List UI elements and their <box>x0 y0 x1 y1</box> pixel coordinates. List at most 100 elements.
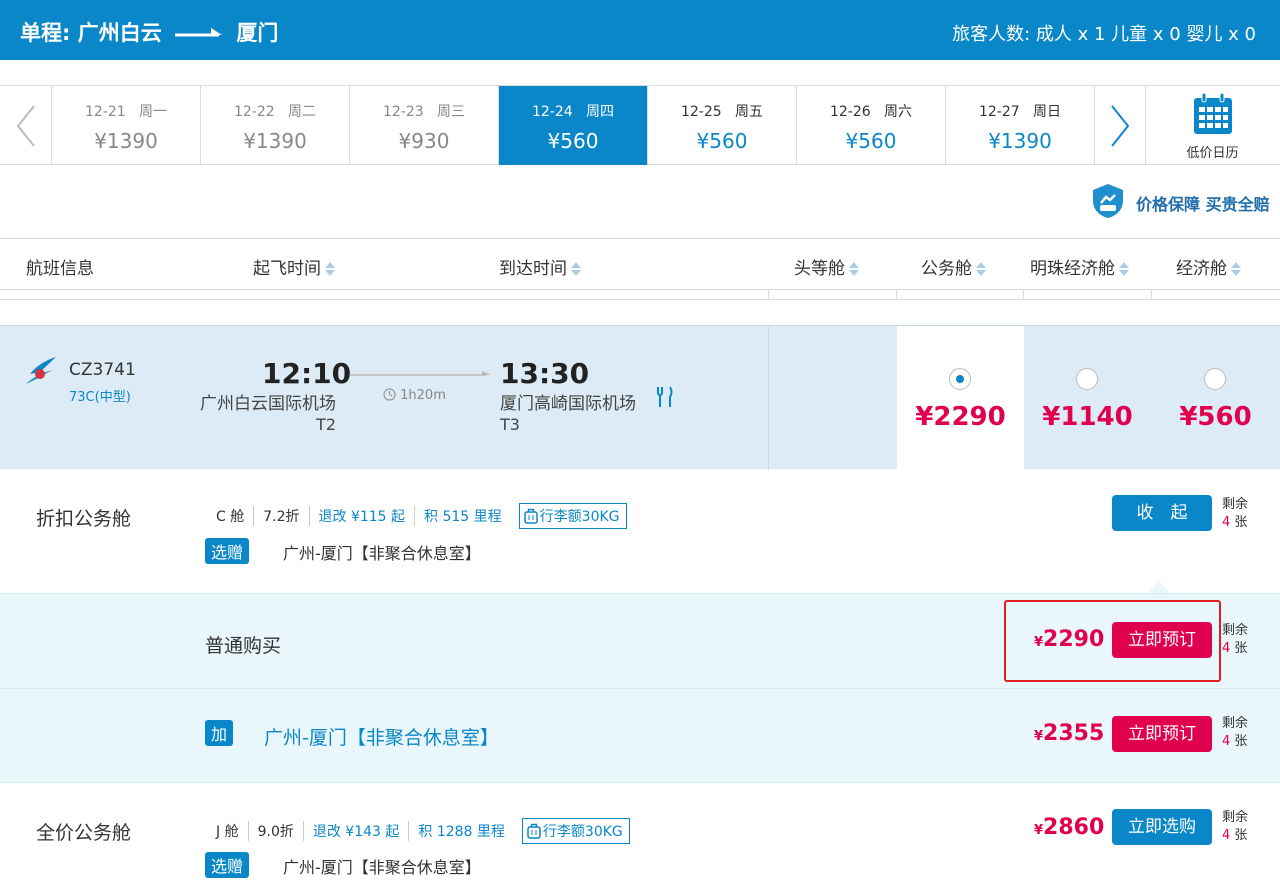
price-guarantee[interactable]: 价格保障 买贵全赔 <box>1090 183 1270 219</box>
col-flight-info: 航班信息 <box>26 259 94 279</box>
depart-time: 12:10 <box>262 357 352 390</box>
sort-icon <box>1119 262 1129 276</box>
aircraft-type[interactable]: 73C(中型) <box>69 386 131 405</box>
baggage-tag[interactable]: 行李额30KG <box>518 503 627 529</box>
arrive-time: 13:30 <box>500 357 590 390</box>
date-tab[interactable]: 12-26 周六 ¥560 <box>797 86 946 165</box>
business-radio[interactable] <box>949 368 971 390</box>
option-label: 普通购买 <box>205 635 282 657</box>
route-arrow-icon <box>175 28 223 37</box>
date-tab[interactable]: 12-27 周日 ¥1390 <box>946 86 1095 165</box>
calendar-label: 低价日历 <box>1186 146 1239 161</box>
header-divider <box>0 290 1280 300</box>
date-tab[interactable]: 12-22 周二 ¥1390 <box>201 86 350 165</box>
date-selector: 12-21 周一 ¥1390 12-22 周二 ¥1390 12-23 周三 ¥… <box>0 85 1280 165</box>
economy-radio[interactable] <box>1204 368 1226 390</box>
flight-row[interactable]: CZ3741 73C(中型) 12:10 广州白云国际机场 T2 1h20m 1… <box>0 325 1280 470</box>
route-header: 单程: 广州白云 厦门 旅客人数: 成人 x 1 儿童 x 0 婴儿 x 0 <box>0 0 1280 60</box>
discount: 9.0折 <box>249 821 304 841</box>
option-label[interactable]: 广州-厦门【非聚合休息室】 <box>264 723 499 750</box>
low-price-calendar-button[interactable]: 低价日历 <box>1145 86 1280 165</box>
arrive-terminal: T3 <box>500 415 520 434</box>
cabin-full-business: 全价公务舱 J 舱 9.0折 退改 ¥143 起积 1288 里程 行李额30KG 选… <box>0 782 1280 884</box>
expand-caret <box>1148 581 1170 593</box>
seats-remaining: 剩余 4 张 <box>1222 810 1249 843</box>
sort-icon <box>571 262 581 276</box>
collapse-button[interactable]: 收 起 <box>1112 495 1212 531</box>
seats-remaining: 剩余 4 张 <box>1222 716 1249 749</box>
arrive-airport: 厦门高崎国际机场 <box>500 394 636 414</box>
sort-icon <box>849 262 859 276</box>
route-line-icon <box>350 371 491 376</box>
cabin-meta: C 舱 7.2折 退改 ¥115 起积 515 里程 行李额30KG <box>208 503 627 529</box>
seats-remaining: 剩余 4 张 <box>1222 497 1249 530</box>
meal-icon[interactable] <box>655 386 675 408</box>
gift-text: 广州-厦门【非聚合休息室】 <box>283 858 481 877</box>
cabin-title: 折扣公务舱 <box>36 508 132 530</box>
flight-duration: 1h20m <box>383 388 446 403</box>
buy-now-button[interactable]: 立即选购 <box>1112 809 1212 845</box>
date-tab-active[interactable]: 12-24 周四 ¥560 <box>499 86 648 165</box>
class-code: J 舱 <box>208 821 249 841</box>
economy-price: ¥560 <box>1179 402 1252 432</box>
pearl-economy-price: ¥1140 <box>1042 402 1133 432</box>
date-tab[interactable]: 12-21 周一 ¥1390 <box>52 86 201 165</box>
guarantee-text: 价格保障 买贵全赔 <box>1136 195 1270 214</box>
cabin-title: 全价公务舱 <box>36 822 132 844</box>
seats-remaining: 剩余 4 张 <box>1222 623 1249 656</box>
luggage-icon <box>527 823 541 839</box>
cabin-price: ¥2860 <box>1034 815 1105 840</box>
mileage-link[interactable]: 积 1288 里程 <box>409 821 514 841</box>
next-dates-button[interactable] <box>1094 86 1146 165</box>
sort-icon <box>325 262 335 276</box>
book-now-button[interactable]: 立即预订 <box>1112 716 1212 752</box>
sort-economy[interactable]: 经济舱 <box>1176 254 1241 279</box>
baggage-tag[interactable]: 行李额30KG <box>521 818 630 844</box>
chevron-left-icon <box>16 105 35 147</box>
purchase-option-lounge: 加 广州-厦门【非聚合休息室】 ¥2355 立即预订 剩余 4 张 <box>0 688 1280 782</box>
chevron-right-icon <box>1111 105 1130 147</box>
sort-arrive-time[interactable]: 到达时间 <box>499 254 581 279</box>
pearl-economy-radio[interactable] <box>1076 368 1098 390</box>
business-price-option[interactable]: ¥2290 <box>897 326 1024 470</box>
gift-text: 广州-厦门【非聚合休息室】 <box>283 544 481 563</box>
sort-depart-time[interactable]: 起飞时间 <box>253 254 335 279</box>
pearl-economy-price-option[interactable]: ¥1140 <box>1024 326 1151 470</box>
calendar-icon <box>1194 92 1232 134</box>
china-southern-logo-icon <box>26 357 56 384</box>
business-price: ¥2290 <box>915 402 1006 432</box>
prev-dates-button[interactable] <box>0 86 52 165</box>
option-price: ¥2355 <box>1034 721 1105 746</box>
cabin-meta: J 舱 9.0折 退改 ¥143 起积 1288 里程 行李额30KG <box>208 818 630 844</box>
sort-business-class[interactable]: 公务舱 <box>921 254 986 279</box>
column-header: 航班信息 起飞时间 到达时间 头等舱 公务舱 明珠经济舱 经济舱 <box>0 238 1280 290</box>
cabin-discount-business: 折扣公务舱 C 舱 7.2折 退改 ¥115 起积 515 里程 行李额30KG 选赠… <box>0 469 1280 593</box>
gift-tag: 选赠 <box>205 852 250 878</box>
date-tab[interactable]: 12-23 周三 ¥930 <box>350 86 499 165</box>
refund-rules-link[interactable]: 退改 ¥115 起 <box>310 506 416 526</box>
sort-icon <box>976 262 986 276</box>
sort-pearl-economy[interactable]: 明珠经济舱 <box>1030 254 1129 279</box>
from-city: 广州白云 <box>77 21 162 45</box>
flight-number: CZ3741 <box>69 360 136 380</box>
clock-icon <box>383 388 396 401</box>
luggage-icon <box>523 508 538 524</box>
date-tab[interactable]: 12-25 周五 ¥560 <box>648 86 797 165</box>
gift-tag: 选赠 <box>205 538 250 564</box>
depart-terminal: T2 <box>316 415 336 434</box>
sort-first-class[interactable]: 头等舱 <box>794 254 859 279</box>
passenger-count: 旅客人数: 成人 x 1 儿童 x 0 婴儿 x 0 <box>952 24 1256 45</box>
trip-type: 单程: <box>20 21 71 45</box>
shield-icon <box>1093 184 1123 218</box>
highlight-box <box>1004 600 1221 682</box>
addon-tag: 加 <box>205 720 234 746</box>
discount: 7.2折 <box>254 506 310 526</box>
refund-rules-link[interactable]: 退改 ¥143 起 <box>304 821 410 841</box>
sort-icon <box>1231 262 1241 276</box>
to-city: 厦门 <box>236 21 279 45</box>
depart-airport: 广州白云国际机场 <box>200 394 336 414</box>
route-title: 单程: 广州白云 厦门 <box>20 17 278 47</box>
class-code: C 舱 <box>208 506 255 526</box>
economy-price-option[interactable]: ¥560 <box>1152 326 1279 470</box>
mileage-link[interactable]: 积 515 里程 <box>415 506 511 526</box>
